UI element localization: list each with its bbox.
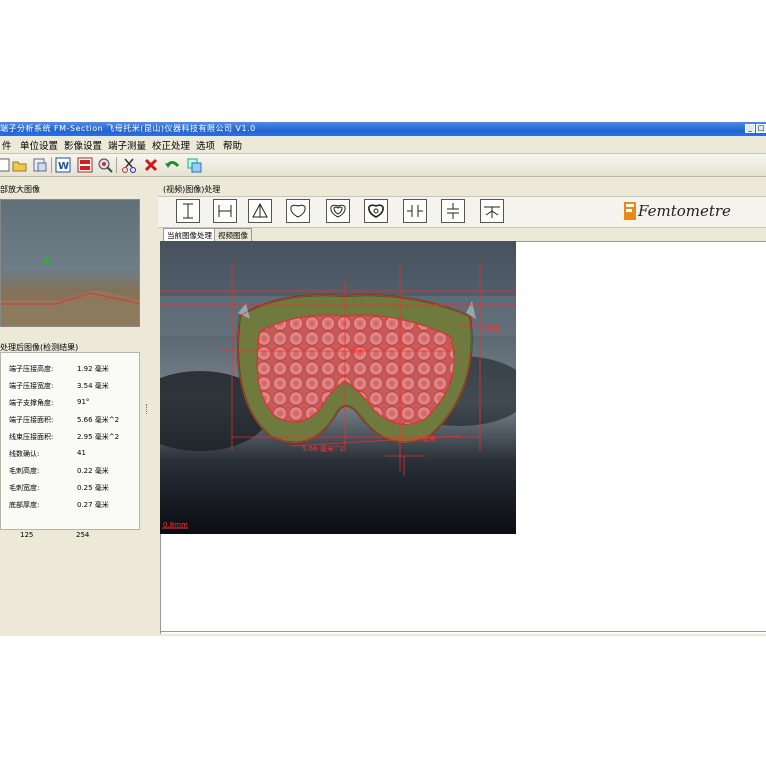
angle-measure-icon[interactable] — [248, 199, 272, 223]
zoom-panel-header: 部放大图像 — [0, 185, 40, 194]
result-value: 5.66 毫米^2 — [77, 416, 120, 424]
title-bar: 端子分析系统 FM-Section 飞母托米(昆山)仪器科技有限公司 V1.0 … — [0, 122, 766, 136]
coord-y: 254 — [76, 531, 90, 539]
result-row: 端子支撑角度: 91° — [9, 398, 139, 413]
menu-bar: 件 单位设置 影像设置 端子测量 校正处理 选项 帮助 — [0, 136, 766, 154]
result-row: 毛刺高度: 0.22 毫米 — [9, 466, 139, 481]
result-row: 线束压接面积: 2.95 毫米^2 — [9, 432, 139, 447]
new-file-icon[interactable] — [0, 157, 12, 173]
undo-icon[interactable] — [164, 157, 180, 173]
menu-unit-settings[interactable]: 单位设置 — [20, 138, 58, 152]
crimp-area-icon[interactable] — [364, 199, 388, 223]
zoom-image-svg — [1, 258, 139, 326]
width-measure-icon[interactable] — [213, 199, 237, 223]
pdf-export-icon[interactable] — [77, 157, 93, 173]
bottom-annotation: 毫米 — [422, 434, 436, 443]
right-panel-header: (视频)图像)处理 — [163, 185, 221, 194]
cross-section-svg: 5.66 毫米^2 毫米 毫米 毫米 0.8mm — [160, 241, 516, 534]
screenshot-icon[interactable] — [186, 157, 202, 173]
search-zoom-icon[interactable] — [97, 157, 113, 173]
menu-help[interactable]: 帮助 — [223, 138, 242, 152]
burr-height-icon[interactable] — [441, 199, 465, 223]
tab-video-image[interactable]: 视频图像 — [214, 228, 252, 242]
result-label: 毛刺高度: — [9, 467, 40, 475]
wire-area-icon[interactable] — [326, 199, 350, 223]
result-label: 端子压接宽度: — [9, 382, 54, 390]
menu-options[interactable]: 选项 — [196, 138, 215, 152]
result-row: 端子压接宽度: 3.54 毫米 — [9, 381, 139, 396]
right-annotation: 毫米 — [486, 324, 500, 333]
result-label: 端子压接高度: — [9, 365, 54, 373]
result-value: 1.92 毫米 — [77, 365, 109, 373]
result-label: 底部厚度: — [9, 501, 40, 509]
result-label: 线束压接面积: — [9, 433, 54, 441]
cut-icon[interactable] — [121, 157, 137, 173]
bottom-thickness-icon[interactable] — [480, 199, 504, 223]
result-row: 端子压接高度: 1.92 毫米 — [9, 364, 139, 379]
result-label: 毛刺宽度: — [9, 484, 40, 492]
result-row: 端子压接面积: 5.66 毫米^2 — [9, 415, 139, 430]
menu-terminal-measure[interactable]: 端子测量 — [108, 138, 146, 152]
result-row: 毛刺宽度: 0.25 毫米 — [9, 483, 139, 498]
scale-bar-label: 0.8mm — [163, 521, 188, 529]
result-row: 底部厚度: 0.27 毫米 — [9, 500, 139, 515]
delete-icon[interactable] — [143, 157, 159, 173]
word-export-icon[interactable]: W — [55, 157, 71, 173]
menu-calibration[interactable]: 校正处理 — [152, 138, 190, 152]
window-title: 端子分析系统 FM-Section 飞母托米(昆山)仪器科技有限公司 V1.0 — [0, 124, 256, 133]
center-annotation: 毫米 — [350, 346, 364, 355]
menu-file[interactable]: 件 — [2, 138, 12, 152]
result-label: 端子压接面积: — [9, 416, 54, 424]
toolbar: W — [0, 154, 766, 177]
coord-x: 125 — [20, 531, 34, 539]
result-row: 线数确认: 41 — [9, 449, 139, 464]
menu-image-settings[interactable]: 影像设置 — [64, 138, 102, 152]
area-annotation: 5.66 毫米^2 — [302, 444, 344, 453]
result-value: 41 — [77, 449, 86, 457]
toolbar-separator — [116, 157, 117, 173]
toolbar-separator — [51, 157, 52, 173]
company-logo: Femtometre — [622, 200, 732, 222]
result-panel: 端子压接高度: 1.92 毫米 端子压接宽度: 3.54 毫米 端子支撑角度: … — [0, 352, 140, 530]
area-outline-icon[interactable] — [286, 199, 310, 223]
burr-width-icon[interactable] — [403, 199, 427, 223]
result-value: 3.54 毫米 — [77, 382, 109, 390]
result-value: 0.25 毫米 — [77, 484, 109, 492]
result-value: 91° — [77, 398, 90, 406]
result-label: 端子支撑角度: — [9, 399, 54, 407]
result-value: 0.27 毫米 — [77, 501, 109, 509]
open-folder-icon[interactable] — [12, 157, 28, 173]
cross-section-image[interactable]: 5.66 毫米^2 毫米 毫米 毫米 0.8mm — [160, 241, 516, 534]
maximize-button[interactable]: □ — [756, 124, 766, 133]
result-value: 0.22 毫米 — [77, 467, 109, 475]
tab-current-image[interactable]: 当前图像处理 — [163, 228, 216, 242]
minimize-button[interactable]: _ — [745, 124, 755, 133]
logo-text: Femtometre — [637, 202, 731, 220]
height-measure-icon[interactable] — [176, 199, 200, 223]
result-value: 2.95 毫米^2 — [77, 433, 120, 441]
panel-splitter[interactable] — [146, 404, 149, 414]
result-label: 线数确认: — [9, 450, 40, 458]
svg-text:W: W — [58, 161, 69, 172]
canvas-bottom-border — [160, 631, 766, 632]
zoom-image[interactable] — [0, 199, 140, 327]
save-icon[interactable] — [32, 157, 48, 173]
